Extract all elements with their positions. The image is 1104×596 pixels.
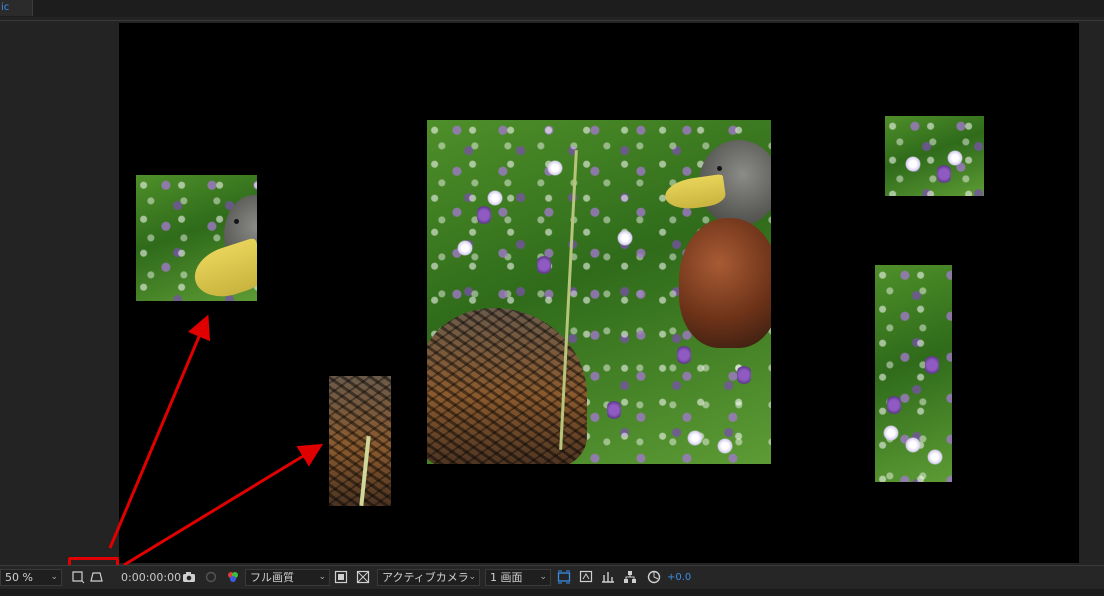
- show-snapshot-icon[interactable]: [204, 570, 218, 584]
- reset-exposure-icon[interactable]: [647, 570, 661, 584]
- channel-rgb-icon[interactable]: [226, 570, 240, 584]
- chevron-down-icon: ⌄: [539, 572, 547, 582]
- exposure-value[interactable]: +0.0: [667, 570, 697, 586]
- views-value: 1 画面: [490, 571, 523, 584]
- camera-dropdown[interactable]: アクティブカメラ ⌄: [377, 569, 480, 586]
- fast-preview-icon[interactable]: [334, 570, 348, 584]
- bottom-divider: [0, 589, 1104, 596]
- resolution-dropdown[interactable]: フル画質 ⌄: [245, 569, 330, 586]
- flowchart-icon[interactable]: [623, 570, 637, 584]
- annotation-arrow: [123, 443, 324, 567]
- chevron-down-icon: ⌄: [50, 572, 58, 582]
- camera-value: アクティブカメラ: [382, 571, 469, 584]
- zoom-value: 50 %: [5, 571, 33, 584]
- draft-3d-icon[interactable]: [579, 570, 593, 584]
- annotation-arrows: [108, 314, 324, 567]
- toggle-transparency-grid-icon[interactable]: [356, 570, 370, 584]
- chevron-down-icon: ⌄: [318, 572, 326, 582]
- resolution-value: フル画質: [250, 571, 294, 584]
- snapshot-camera-icon[interactable]: [182, 570, 196, 584]
- viewer-status-bar: 50 % ⌄ 0:00:00:00 フル画質 ⌄ アクティブカメラ ⌄ 1 画面…: [0, 565, 1104, 589]
- views-dropdown[interactable]: 1 画面 ⌄: [485, 569, 551, 586]
- toggle-mask-path-icon[interactable]: [90, 570, 104, 584]
- zoom-dropdown[interactable]: 50 % ⌄: [0, 569, 62, 586]
- chevron-down-icon: ⌄: [468, 572, 476, 582]
- annotation-arrow: [108, 314, 211, 549]
- region-of-interest-icon[interactable]: [71, 570, 85, 584]
- timeline-icon[interactable]: [601, 570, 615, 584]
- timecode[interactable]: 0:00:00:00: [121, 570, 181, 586]
- 3d-view-icon[interactable]: [557, 570, 571, 584]
